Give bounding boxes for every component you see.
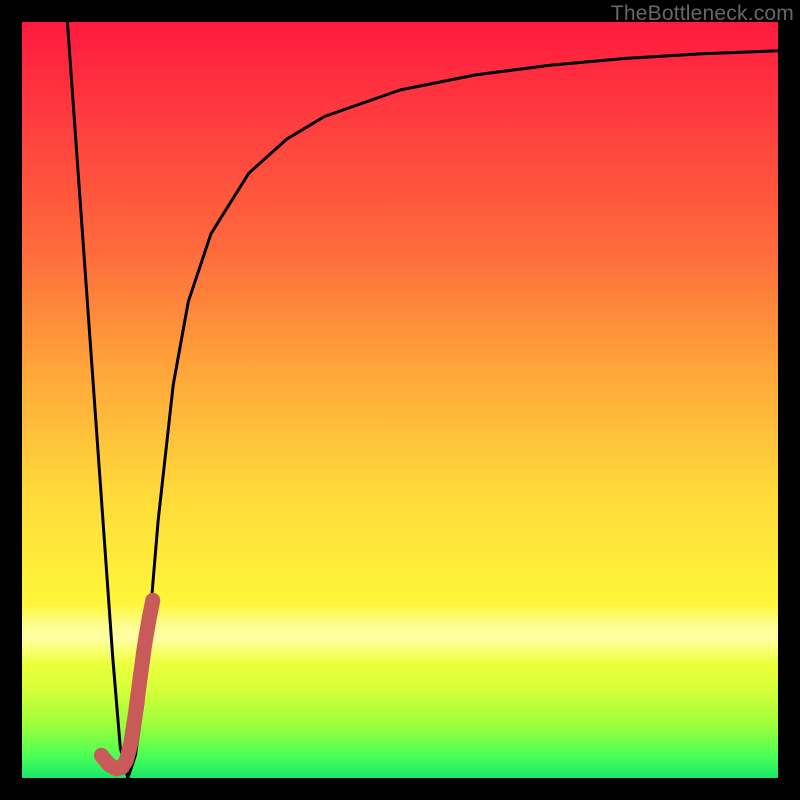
highlight-band — [22, 604, 778, 664]
watermark-text: TheBottleneck.com — [611, 2, 794, 26]
chart-frame: TheBottleneck.com — [0, 0, 800, 800]
hook-accent — [101, 600, 152, 769]
bottleneck-curve — [67, 22, 778, 778]
curve-layer — [22, 22, 778, 778]
plot-area — [22, 22, 778, 778]
